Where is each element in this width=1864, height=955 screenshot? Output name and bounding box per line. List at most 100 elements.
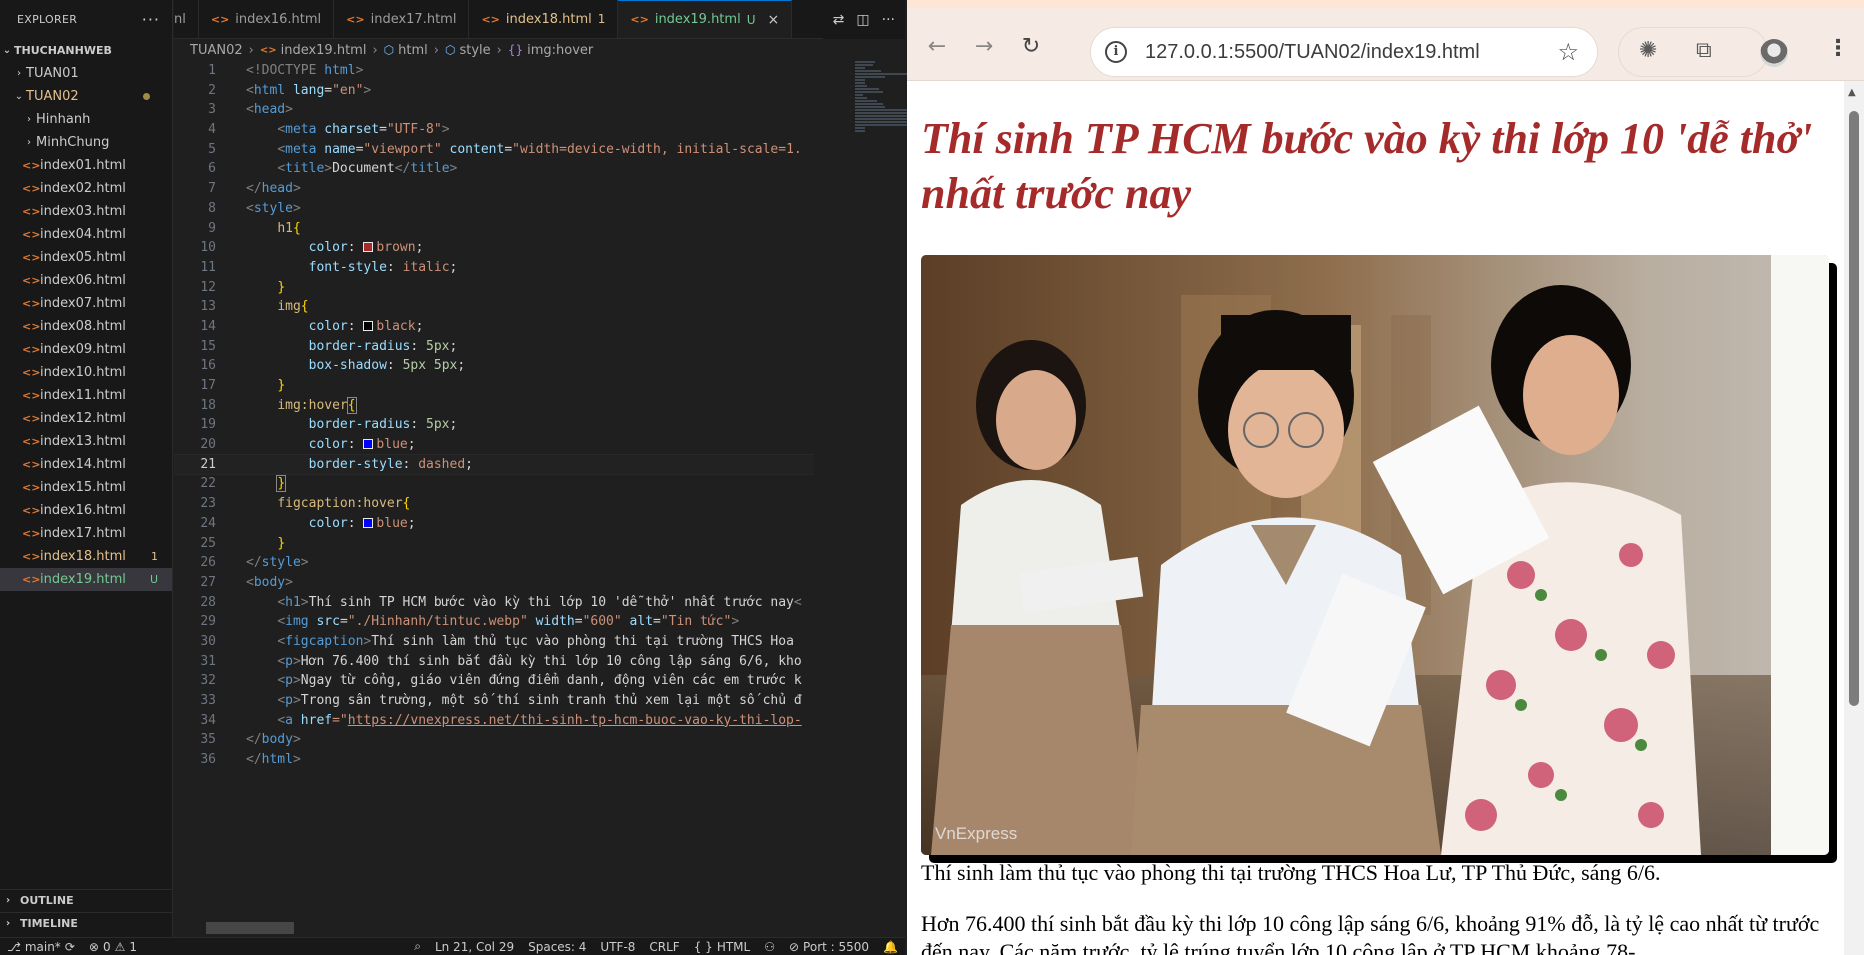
tab-index19[interactable]: <> index19.html U ×: [618, 0, 793, 38]
breadcrumb-item[interactable]: html: [398, 43, 428, 58]
html-file-icon: <>: [22, 228, 41, 241]
code-line: 29 <img src="./Hinhanh/tintuc.webp" widt…: [174, 612, 814, 632]
branch-name: main*: [24, 939, 61, 954]
line-number: 6: [208, 161, 216, 177]
tab-index16[interactable]: <> index16.html: [199, 0, 335, 38]
folder-tuan01[interactable]: › TUAN01: [0, 62, 172, 85]
code-editor[interactable]: 1 <!DOCTYPE html> 2 <html lang="en"> 3 <hea…: [174, 61, 814, 921]
line-number: 29: [200, 614, 216, 630]
html-file-icon: <>: [22, 550, 41, 563]
file-index18[interactable]: <> index18.html 1: [0, 545, 172, 568]
file-item[interactable]: <> index09.html: [0, 338, 172, 361]
file-item[interactable]: <> index14.html: [0, 453, 172, 476]
cursor-position[interactable]: Ln 21, Col 29: [428, 940, 521, 954]
end-of-line[interactable]: CRLF: [642, 940, 686, 954]
branch-indicator[interactable]: ⎇ main* ⟳: [0, 940, 82, 954]
tab-partial[interactable]: nl: [174, 0, 199, 38]
file-badge: 1: [151, 550, 158, 563]
live-server[interactable]: ⊘ Port : 5500: [782, 940, 876, 954]
back-arrow-icon[interactable]: ←: [923, 32, 951, 60]
menu-kebab-icon[interactable]: ⋮: [1827, 36, 1849, 61]
css-selector-icon: {}: [507, 43, 524, 57]
code-line: 23 figcaption:hover{: [174, 494, 814, 514]
file-item[interactable]: <> index02.html: [0, 177, 172, 200]
breadcrumb-item[interactable]: style: [459, 43, 490, 58]
timeline-section[interactable]: › TIMELINE: [0, 912, 173, 934]
more-actions-icon[interactable]: ···: [882, 12, 895, 28]
tab-index18[interactable]: <> index18.html 1: [469, 0, 619, 38]
tab-index17[interactable]: <> index17.html: [334, 0, 470, 38]
more-actions-icon[interactable]: ···: [142, 10, 160, 29]
color-swatch[interactable]: [363, 242, 374, 253]
article-paragraph: Hơn 76.400 thí sinh bắt đầu kỳ thi lớp 1…: [921, 911, 1820, 955]
chevron-down-icon: ⌄: [2, 45, 12, 56]
outline-section[interactable]: › OUTLINE: [0, 889, 173, 911]
compare-changes-icon[interactable]: ⇄: [833, 12, 845, 28]
site-info-icon[interactable]: i: [1105, 41, 1127, 63]
address-bar[interactable]: i 127.0.0.1:5500/TUAN02/index19.html ☆: [1090, 27, 1598, 77]
copilot-icon[interactable]: ⚇: [757, 940, 782, 954]
file-item[interactable]: <> index13.html: [0, 430, 172, 453]
file-item[interactable]: <> index03.html: [0, 200, 172, 223]
file-item[interactable]: <> index04.html: [0, 223, 172, 246]
scrollbar-thumb[interactable]: [1849, 111, 1859, 706]
file-item[interactable]: <> index10.html: [0, 361, 172, 384]
tree-root[interactable]: ⌄ THUCHANHWEB: [0, 39, 172, 62]
code-line: 9 h1{: [174, 219, 814, 239]
line-number: 5: [208, 141, 216, 157]
color-swatch[interactable]: [363, 320, 374, 331]
extension-puzzle-off-icon[interactable]: ✺: [1639, 38, 1657, 63]
color-swatch[interactable]: [363, 517, 374, 528]
folder-tuan02[interactable]: ⌄ TUAN02: [0, 85, 172, 108]
vscode-window: EXPLORER ··· ⌄ THUCHANHWEB › TUAN01 ⌄ TU…: [0, 0, 932, 955]
line-number: 17: [200, 378, 216, 393]
browser-tab-strip: [907, 0, 1864, 8]
forward-arrow-icon[interactable]: →: [970, 32, 998, 60]
editor-horizontal-scrollbar[interactable]: [206, 922, 294, 934]
news-photo[interactable]: VnExpress: [921, 255, 1829, 855]
folder-hinhanh[interactable]: › Hinhanh: [0, 108, 172, 131]
code-line: 10 color: brown;: [174, 238, 814, 258]
file-item[interactable]: <> index15.html: [0, 476, 172, 499]
line-number: 32: [200, 673, 216, 689]
file-item[interactable]: <> index06.html: [0, 269, 172, 292]
file-item[interactable]: <> index12.html: [0, 407, 172, 430]
url-text[interactable]: 127.0.0.1:5500/TUAN02/index19.html: [1145, 41, 1480, 64]
chevron-down-icon: ⌄: [14, 91, 24, 102]
reload-icon[interactable]: ↻: [1017, 32, 1045, 60]
chevron-right-icon: ›: [27, 137, 31, 148]
profile-avatar[interactable]: [1760, 39, 1788, 67]
folder-minhchung[interactable]: › MinhChung: [0, 131, 172, 154]
html-file-icon: <>: [22, 527, 41, 540]
page-heading: Thí sinh TP HCM bước vào kỳ thi lớp 10 '…: [921, 114, 1813, 218]
page-vertical-scrollbar[interactable]: ▲: [1844, 81, 1864, 955]
file-item[interactable]: <> index11.html: [0, 384, 172, 407]
file-item[interactable]: <> index17.html: [0, 522, 172, 545]
chevron-right-icon: ›: [6, 895, 11, 906]
indentation[interactable]: Spaces: 4: [521, 940, 593, 954]
close-icon[interactable]: ×: [767, 12, 779, 28]
code-line: 1 <!DOCTYPE html>: [174, 61, 814, 81]
color-swatch[interactable]: [363, 439, 374, 450]
git-branch-icon: ⎇: [7, 939, 21, 954]
file-item[interactable]: <> index08.html: [0, 315, 172, 338]
file-item[interactable]: <> index07.html: [0, 292, 172, 315]
file-index19[interactable]: <> index19.html U: [0, 568, 172, 591]
breadcrumb-item[interactable]: index19.html: [281, 43, 367, 58]
scroll-up-icon[interactable]: ▲: [1848, 87, 1856, 98]
language-mode[interactable]: { } HTML: [687, 940, 758, 954]
problems-indicator[interactable]: ⊗ 0 ⚠ 1: [82, 940, 144, 954]
split-editor-icon[interactable]: ◫: [856, 12, 869, 28]
breadcrumb-item[interactable]: TUAN02: [190, 43, 243, 58]
breadcrumb-item[interactable]: img:hover: [527, 43, 593, 58]
line-number: 21: [200, 456, 216, 472]
zoom-indicator[interactable]: ⌕: [407, 939, 428, 954]
line-number: 2: [208, 82, 216, 98]
encoding[interactable]: UTF-8: [593, 940, 642, 954]
file-item[interactable]: <> index01.html: [0, 154, 172, 177]
file-item[interactable]: <> index16.html: [0, 499, 172, 522]
file-item[interactable]: <> index05.html: [0, 246, 172, 269]
bookmark-star-icon[interactable]: ☆: [1557, 38, 1579, 66]
extensions-icon[interactable]: ⧉: [1696, 38, 1712, 63]
notifications-bell-icon[interactable]: 🔔: [876, 940, 905, 954]
